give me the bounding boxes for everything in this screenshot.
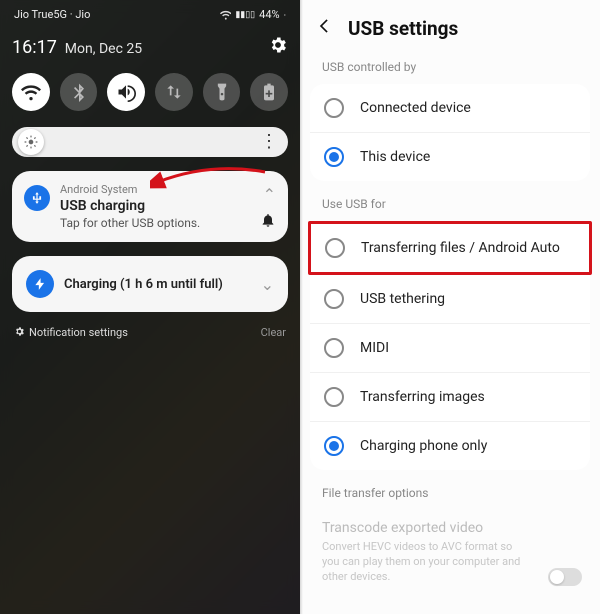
clear-all[interactable]: Clear (261, 326, 286, 339)
back-button[interactable] (314, 16, 334, 40)
transcode-desc: Convert HEVC videos to AVC format so you… (322, 540, 522, 585)
notification-charging[interactable]: Charging (1 h 6 m until full) ⌄ (12, 256, 288, 312)
bell-icon[interactable] (260, 212, 276, 232)
section-use-usb-for: Use USB for (300, 185, 600, 217)
notification-title: USB charging (60, 198, 274, 214)
option-charging-only[interactable]: Charging phone only (310, 421, 590, 470)
notification-subtitle: Tap for other USB options. (60, 216, 274, 230)
page-title: USB settings (348, 17, 458, 40)
notification-settings-link[interactable]: Notification settings (14, 326, 128, 339)
wifi-mini-icon (220, 9, 232, 21)
charging-text: Charging (1 h 6 m until full) (64, 277, 223, 292)
option-midi[interactable]: MIDI (310, 323, 590, 372)
option-transfer-files[interactable]: Transferring files / Android Auto (311, 224, 589, 272)
wifi-tile[interactable] (12, 73, 50, 111)
battery-saver-tile[interactable] (250, 73, 288, 111)
clock-time: 16:17 (12, 37, 57, 58)
usb-icon (24, 185, 50, 211)
radio-icon (325, 238, 345, 258)
signal-icon: ▮▮▯▯ (235, 10, 255, 20)
section-usb-controlled-by: USB controlled by (300, 48, 600, 80)
battery-icon (284, 10, 286, 20)
flashlight-tile[interactable] (203, 73, 241, 111)
battery-text: 44% (259, 8, 279, 21)
data-tile[interactable] (155, 73, 193, 111)
radio-icon (324, 98, 344, 118)
brightness-slider[interactable]: ⋮ (12, 127, 288, 157)
radio-icon (324, 387, 344, 407)
brightness-knob[interactable] (18, 129, 44, 155)
transcode-toggle[interactable] (548, 568, 582, 586)
section-file-transfer-options: File transfer options (300, 474, 600, 506)
carrier-text: Jio True5G · Jio (14, 8, 90, 21)
radio-icon (324, 289, 344, 309)
clock-date: Mon, Dec 25 (65, 41, 142, 57)
bluetooth-tile[interactable] (60, 73, 98, 111)
highlight-box: Transferring files / Android Auto (308, 221, 592, 275)
bolt-icon (26, 270, 54, 298)
settings-gear-icon[interactable] (268, 35, 288, 59)
radio-selected-icon (324, 147, 344, 167)
transcode-title: Transcode exported video (322, 520, 578, 536)
option-connected-device[interactable]: Connected device (310, 84, 590, 132)
option-transfer-images[interactable]: Transferring images (310, 372, 590, 421)
status-bar: Jio True5G · Jio ▮▮▯▯ 44% (12, 8, 288, 21)
radio-selected-icon (324, 436, 344, 456)
option-this-device[interactable]: This device (310, 132, 590, 181)
sound-tile[interactable] (107, 73, 145, 111)
quick-settings-tiles (12, 73, 288, 111)
radio-icon (324, 338, 344, 358)
annotation-arrow (150, 162, 270, 200)
chevron-down-icon[interactable]: ⌄ (261, 275, 274, 294)
option-usb-tethering[interactable]: USB tethering (310, 275, 590, 323)
